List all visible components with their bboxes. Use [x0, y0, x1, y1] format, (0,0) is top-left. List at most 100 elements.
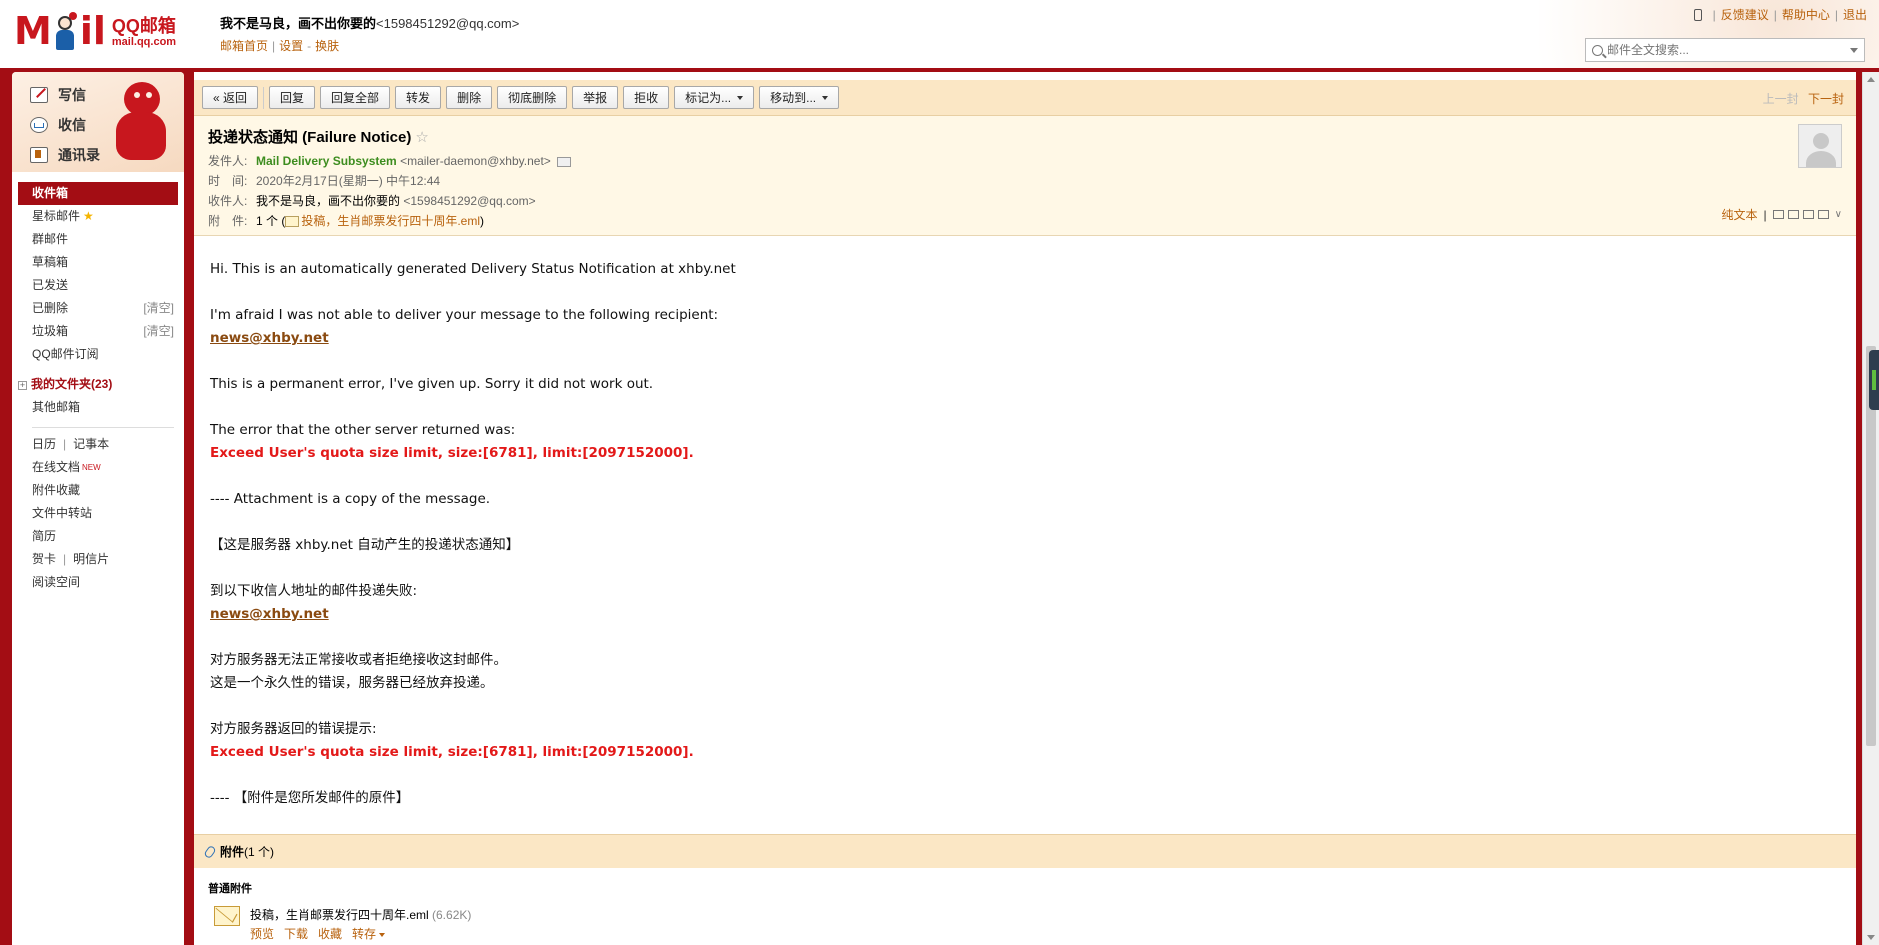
star-icon[interactable]: ☆	[415, 128, 428, 146]
mail-reader: « 返回 回复 回复全部 转发 删除 彻底删除 举报 拒收 标记为... 移动到…	[194, 72, 1856, 945]
settings-link[interactable]: 设置	[279, 39, 303, 53]
favorite-link[interactable]: 收藏	[318, 927, 342, 941]
sidebar-item-resume[interactable]: 简历	[18, 525, 178, 548]
delete-button[interactable]: 删除	[446, 86, 493, 109]
sidebar-item-sent[interactable]: 已发送	[18, 274, 178, 297]
clear-deleted-link[interactable]: [清空]	[143, 297, 174, 320]
sidebar-item-deleted[interactable]: 已删除 [清空]	[18, 297, 178, 320]
calendar-link[interactable]: 日历	[32, 437, 56, 451]
paperclip-icon	[203, 844, 217, 859]
scroll-down-icon[interactable]	[1867, 935, 1875, 940]
attachment-count: 1 个 (	[256, 214, 286, 228]
logout-link[interactable]: 退出	[1843, 6, 1867, 23]
receive-button[interactable]: 收信	[30, 110, 184, 140]
compose-label: 写信	[58, 87, 86, 103]
reject-button[interactable]: 拒收	[623, 86, 670, 109]
inbox-icon	[30, 117, 48, 133]
sender-name[interactable]: Mail Delivery Subsystem	[256, 154, 397, 168]
receive-label: 收信	[58, 117, 86, 133]
link-separator: |	[1834, 7, 1838, 22]
chevron-down-icon[interactable]	[1850, 47, 1858, 53]
sidebar-item-attachment-favorites[interactable]: 附件收藏	[18, 479, 178, 502]
mailbox-home-link[interactable]: 邮箱首页	[220, 39, 268, 53]
translate-icon[interactable]	[1787, 210, 1799, 219]
view-tools: 纯文本 | ∨	[1721, 206, 1842, 223]
mark-as-dropdown[interactable]: 标记为...	[674, 86, 755, 109]
scroll-up-icon[interactable]	[1867, 77, 1875, 82]
search-box[interactable]	[1585, 38, 1865, 62]
search-input[interactable]	[1607, 43, 1850, 57]
postcard-link[interactable]: 明信片	[73, 552, 109, 566]
sidebar-item-spam[interactable]: 垃圾箱 [清空]	[18, 320, 178, 343]
clear-spam-link[interactable]: [清空]	[143, 320, 174, 343]
sidebar-item-online-docs[interactable]: 在线文档 NEW	[18, 456, 178, 479]
brand-name: QQ邮箱	[111, 16, 176, 36]
side-panel-handle[interactable]	[1869, 350, 1879, 410]
user-email: <1598451292@qq.com>	[376, 16, 520, 31]
qq-mail-logo[interactable]: M il QQ邮箱 mail.qq.com	[14, 10, 176, 50]
sidebar-item-my-folders[interactable]: + 我的文件夹(23)	[18, 373, 178, 396]
attachment-file-icon	[285, 216, 300, 228]
sidebar-item-starred[interactable]: 星标邮件 ★	[18, 205, 178, 228]
save-to-dropdown[interactable]: 转存	[352, 927, 386, 941]
body-line: Hi. This is an automatically generated D…	[210, 261, 736, 277]
sender-row: 发件人: Mail Delivery Subsystem <mailer-daem…	[208, 151, 1856, 171]
contact-card-icon[interactable]	[556, 156, 571, 167]
next-mail-link[interactable]: 下一封	[1808, 92, 1844, 106]
body-line: The error that the other server returned…	[210, 422, 516, 438]
recipient-name[interactable]: 我不是马良，画不出你要的	[256, 194, 400, 208]
body-line: 对方服务器返回的错误提示:	[210, 721, 377, 737]
compose-button[interactable]: 写信	[30, 80, 184, 110]
star-icon: ★	[83, 209, 94, 223]
print-icon[interactable]	[1817, 210, 1829, 219]
link-separator: -	[307, 39, 312, 53]
greeting-card-link[interactable]: 贺卡	[32, 552, 56, 566]
notes-link[interactable]: 记事本	[73, 437, 109, 451]
sidebar-item-drafts[interactable]: 草稿箱	[18, 251, 178, 274]
top-header: M il QQ邮箱 mail.qq.com 我不是马良，画不出你要的<15984…	[0, 0, 1879, 68]
attachment-file-name[interactable]: 投稿，生肖邮票发行四十周年.eml	[250, 908, 429, 922]
forward-button[interactable]: 转发	[395, 86, 442, 109]
top-links: | 反馈建议 | 帮助中心 | 退出	[1693, 6, 1867, 23]
feedback-link[interactable]: 反馈建议	[1721, 6, 1769, 23]
new-window-icon[interactable]	[1772, 210, 1784, 219]
sidebar-item-cards-postcards: 贺卡 | 明信片	[32, 552, 110, 566]
recipient-email-link[interactable]: news@xhby.net	[210, 330, 329, 346]
phone-icon[interactable]	[1693, 8, 1702, 21]
sidebar-item-inbox[interactable]: 收件箱	[18, 182, 178, 205]
page-scrollbar[interactable]	[1862, 72, 1879, 945]
logo-figure-icon	[52, 12, 78, 50]
user-links: 邮箱首页 | 设置 - 换肤	[220, 37, 519, 54]
attachment-panel: 附件 (1 个) 普通附件 投稿，生肖邮票发行四十周年.eml (6.62K) 预…	[194, 834, 1856, 945]
sidebar-item-group-mail[interactable]: 群邮件	[18, 228, 178, 251]
user-name: 我不是马良，画不出你要的	[220, 16, 377, 31]
save-icon[interactable]	[1802, 210, 1814, 219]
contacts-button[interactable]: 通讯录	[30, 140, 184, 170]
reply-all-button[interactable]: 回复全部	[320, 86, 391, 109]
plain-text-link[interactable]: 纯文本	[1722, 206, 1758, 223]
sender-avatar[interactable]	[1798, 124, 1842, 168]
attachment-link[interactable]: 投稿，生肖邮票发行四十周年.eml	[301, 214, 480, 228]
change-skin-link[interactable]: 换肤	[315, 39, 339, 53]
preview-link[interactable]: 预览	[250, 927, 274, 941]
report-button[interactable]: 举报	[572, 86, 619, 109]
search-icon	[1592, 44, 1603, 56]
permanent-delete-button[interactable]: 彻底删除	[497, 86, 568, 109]
download-link[interactable]: 下载	[284, 927, 308, 941]
eml-file-icon[interactable]	[214, 906, 240, 926]
expand-icon[interactable]: +	[18, 381, 27, 390]
back-button[interactable]: « 返回	[202, 86, 259, 109]
write-icon	[30, 87, 48, 103]
chevron-down-icon[interactable]: ∨	[1835, 209, 1842, 220]
sidebar-item-file-transfer[interactable]: 文件中转站	[18, 502, 178, 525]
help-center-link[interactable]: 帮助中心	[1782, 6, 1830, 23]
previous-mail-link[interactable]: 上一封	[1763, 92, 1799, 106]
reply-button[interactable]: 回复	[269, 86, 316, 109]
move-to-dropdown[interactable]: 移动到...	[759, 86, 840, 109]
sidebar-item-reading-space[interactable]: 阅读空间	[18, 571, 178, 594]
recipient-email-link[interactable]: news@xhby.net	[210, 606, 329, 622]
sidebar-item-subscriptions[interactable]: QQ邮件订阅	[18, 343, 178, 366]
sidebar-item-other-mailboxes[interactable]: 其他邮箱	[18, 396, 178, 419]
sidebar-item-calendar-notes: 日历 | 记事本	[32, 437, 110, 451]
link-separator: |	[1712, 7, 1716, 22]
